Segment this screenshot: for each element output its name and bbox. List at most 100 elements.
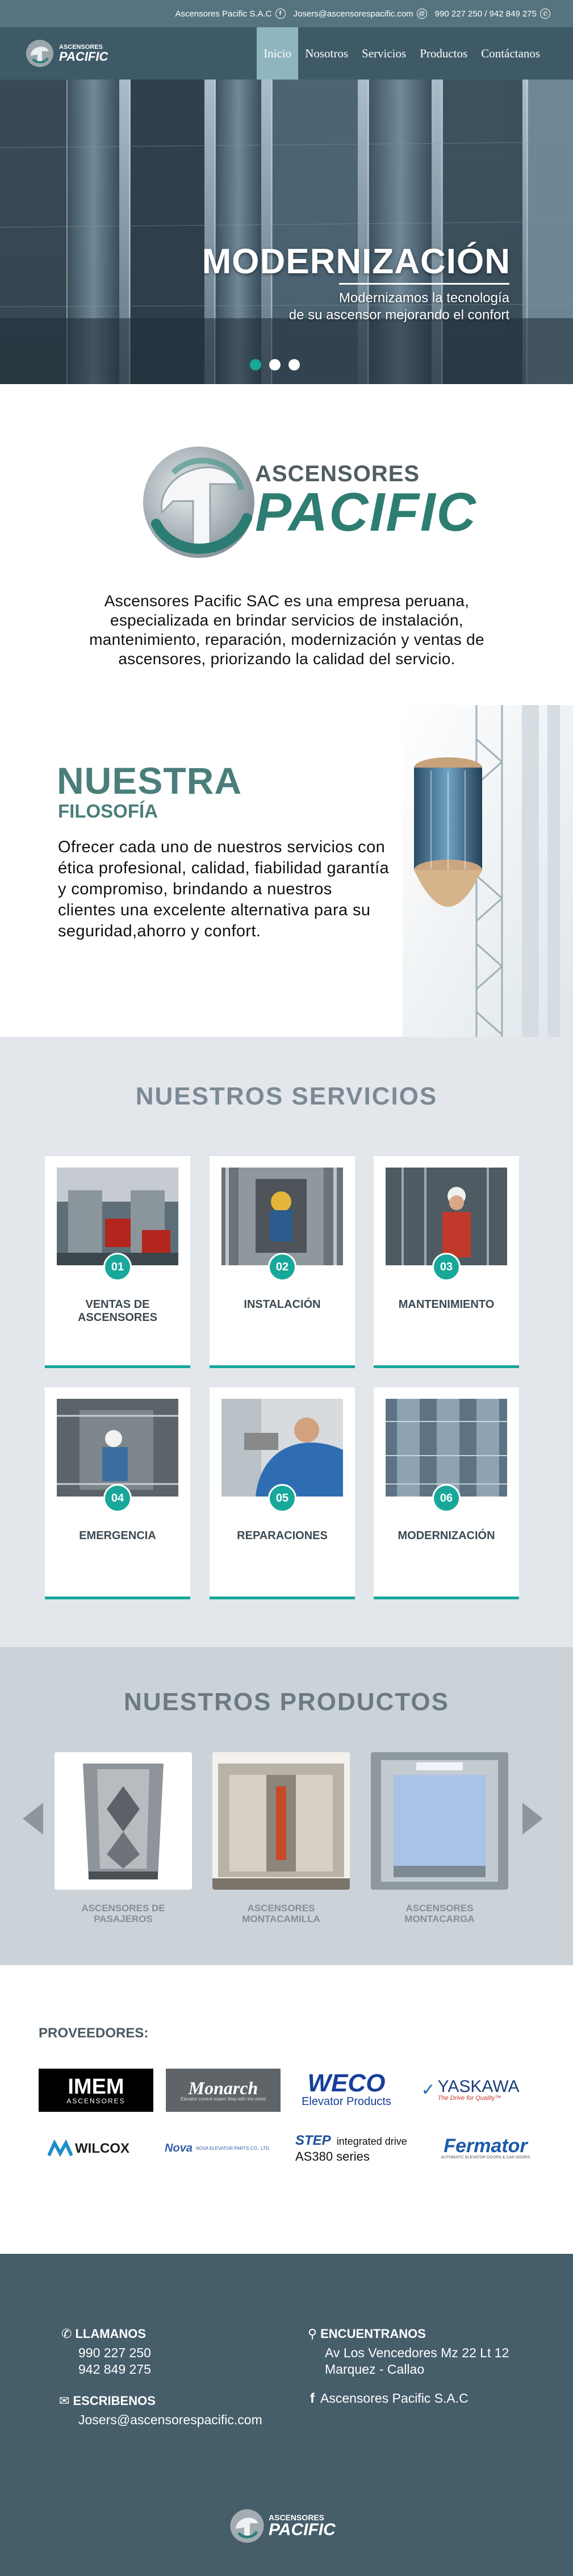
service-card-mantenimiento[interactable]: 03 MANTENIMIENTO xyxy=(374,1156,519,1368)
footer-address-2: Marquez - Callao xyxy=(325,2362,425,2377)
topbar-company[interactable]: Ascensores Pacific S.A.C f xyxy=(175,9,286,19)
logo-swirl-icon xyxy=(26,40,53,67)
hero-slider: MODERNIZACIÓN Modernizamos la tecnología… xyxy=(0,80,573,384)
top-bar: Ascensores Pacific S.A.C f Josers@ascens… xyxy=(0,0,573,27)
brand-nova[interactable]: Nova NOVA ELEVATOR PARTS CO., LTD. xyxy=(152,2136,283,2161)
wilcox-logo-icon xyxy=(48,2140,73,2157)
service-number: 01 xyxy=(103,1253,132,1281)
topbar-phones[interactable]: 990 227 250 / 942 849 275 ✆ xyxy=(435,9,550,19)
product-card-montacarga[interactable] xyxy=(371,1752,508,1890)
suppliers-title: PROVEEDORES: xyxy=(39,2025,149,2041)
product-label-montacamilla: ASCENSORES MONTACAMILLA xyxy=(242,1903,320,1924)
brand-fermator-name: Fermator xyxy=(444,2135,528,2157)
hero-elevator-image xyxy=(0,80,573,384)
nav-inicio[interactable]: Inicio xyxy=(257,27,299,80)
footer: ✆ LLAMANOS 990 227 250 942 849 275 ✉ ESC… xyxy=(0,2254,573,2576)
nav-productos[interactable]: Productos xyxy=(413,27,474,80)
brand-imem[interactable]: IMEM ASCENSORES xyxy=(39,2069,153,2112)
product-image-pasajeros xyxy=(55,1752,192,1890)
slider-dots xyxy=(250,359,300,370)
product-card-montacamilla[interactable] xyxy=(212,1752,350,1890)
service-photo-reparaciones xyxy=(221,1399,343,1497)
brand-nova-name: Nova xyxy=(165,2141,193,2154)
brand-imem-name: IMEM xyxy=(68,2075,124,2099)
about-logo: ASCENSORES PACIFIC xyxy=(139,439,477,564)
service-card-modernizacion[interactable]: 06 MODERNIZACIÓN xyxy=(374,1387,519,1599)
location-pin-icon: ⚲ xyxy=(308,2327,317,2341)
products-title: NUESTROS PRODUCTOS xyxy=(123,1688,450,1716)
footer-write-title: ESCRIBENOS xyxy=(73,2394,156,2408)
slider-dot-3[interactable] xyxy=(288,359,300,370)
service-number: 03 xyxy=(432,1253,461,1281)
service-card-emergencia[interactable]: 04 EMERGENCIA xyxy=(45,1387,190,1599)
topbar-email-text: Josers@ascensorespacific.com xyxy=(293,9,413,19)
hero-subtitle: Modernizamos la tecnología de su ascenso… xyxy=(289,290,509,324)
brand-imem-sub: ASCENSORES xyxy=(66,2097,126,2105)
suppliers-section: PROVEEDORES: IMEM ASCENSORES Monarch Ele… xyxy=(0,1965,573,2254)
header-logo-big: PACIFIC xyxy=(59,49,108,64)
prev-arrow-icon[interactable] xyxy=(22,1802,44,1836)
nav-contactanos[interactable]: Contáctanos xyxy=(474,27,547,80)
footer-email[interactable]: Josers@ascensorespacific.com xyxy=(78,2412,262,2428)
service-label: VENTAS DE ASCENSORES xyxy=(77,1298,158,1324)
service-photo-instalacion xyxy=(221,1168,343,1265)
facebook-icon: f xyxy=(310,2391,315,2406)
brand-monarch[interactable]: Monarch Elevator control expert Step wit… xyxy=(166,2069,281,2112)
topbar-company-text: Ascensores Pacific S.A.C xyxy=(175,9,272,19)
brand-yaskawa[interactable]: ✓ YASKAWA The Drive for Quality™ xyxy=(408,2070,533,2110)
service-number: 02 xyxy=(268,1253,296,1281)
footer-write-heading: ✉ ESCRIBENOS xyxy=(59,2394,156,2408)
service-number: 04 xyxy=(103,1484,132,1512)
service-photo-emergencia xyxy=(57,1399,178,1497)
service-label: MODERNIZACIÓN xyxy=(398,1529,495,1542)
service-photo-mantenimiento xyxy=(386,1168,507,1265)
footer-phone-2[interactable]: 942 849 275 xyxy=(78,2361,151,2378)
footer-call-title: LLAMANOS xyxy=(75,2327,147,2341)
brand-step-name: STEP xyxy=(295,2133,331,2149)
footer-logo[interactable]: ASCENSORES PACIFIC xyxy=(229,2508,336,2544)
product-image-montacamilla xyxy=(212,1752,350,1890)
service-photo-ventas xyxy=(57,1168,178,1265)
service-card-ventas[interactable]: 01 VENTAS DE ASCENSORES xyxy=(45,1156,190,1368)
next-arrow-icon[interactable] xyxy=(521,1802,544,1836)
brand-monarch-name: Monarch xyxy=(188,2078,258,2098)
topbar-email[interactable]: Josers@ascensorespacific.com @ xyxy=(294,9,427,19)
brand-wilcox-name: WILCOX xyxy=(75,2141,129,2156)
brand-step-sub2: AS380 series xyxy=(295,2149,370,2164)
brand-weco[interactable]: WECO Elevator Products xyxy=(290,2066,403,2112)
service-card-reparaciones[interactable]: 05 REPARACIONES xyxy=(210,1387,355,1599)
topbar-phones-text: 990 227 250 / 942 849 275 xyxy=(434,9,537,19)
service-label: EMERGENCIA xyxy=(79,1529,156,1542)
services-section: NUESTROS SERVICIOS 01 VENTAS DE ASCENSOR… xyxy=(0,1037,573,1647)
email-icon: @ xyxy=(416,9,427,19)
philosophy-section: NUESTRA FILOSOFÍA Ofrecer cada uno de nu… xyxy=(0,705,573,1037)
hero-subtitle-line2: de su ascensor mejorando el confort xyxy=(288,307,509,323)
hero-title: MODERNIZACIÓN xyxy=(202,242,511,281)
product-card-pasajeros[interactable] xyxy=(55,1752,192,1890)
footer-facebook-link[interactable]: f Ascensores Pacific S.A.C xyxy=(310,2390,469,2407)
nav-servicios[interactable]: Servicios xyxy=(355,27,413,80)
brand-nova-sub: NOVA ELEVATOR PARTS CO., LTD. xyxy=(195,2145,270,2151)
brand-wilcox[interactable]: WILCOX xyxy=(37,2133,140,2164)
footer-facebook-text: Ascensores Pacific S.A.C xyxy=(320,2391,469,2406)
service-card-instalacion[interactable]: 02 INSTALACIÓN xyxy=(210,1156,355,1368)
brand-fermator[interactable]: Fermator AUTOMATIC ELEVATOR DOORS & CAR … xyxy=(433,2130,538,2165)
service-number: 06 xyxy=(432,1484,461,1512)
slider-dot-1[interactable] xyxy=(250,359,261,370)
product-image-montacarga xyxy=(371,1752,508,1890)
footer-logo-swirl-icon xyxy=(230,2509,264,2543)
footer-phone-1[interactable]: 990 227 250 xyxy=(78,2345,151,2361)
services-title: NUESTROS SERVICIOS xyxy=(135,1082,438,1110)
brand-step[interactable]: STEP integrated drive AS380 series xyxy=(295,2129,426,2169)
footer-find-title: ENCUENTRANOS xyxy=(320,2327,426,2341)
phone-icon: ✆ xyxy=(540,9,550,19)
header-logo[interactable]: ASCENSORES PACIFIC xyxy=(25,39,108,68)
service-label: INSTALACIÓN xyxy=(244,1298,321,1311)
service-label: MANTENIMIENTO xyxy=(398,1298,495,1311)
envelope-icon: ✉ xyxy=(59,2394,70,2408)
slider-dot-2[interactable] xyxy=(269,359,281,370)
product-label-pasajeros: ASCENSORES DE PASAJEROS xyxy=(81,1903,165,1924)
facebook-icon: f xyxy=(275,9,286,19)
service-photo-modernizacion xyxy=(386,1399,507,1497)
nav-nosotros[interactable]: Nosotros xyxy=(298,27,355,80)
